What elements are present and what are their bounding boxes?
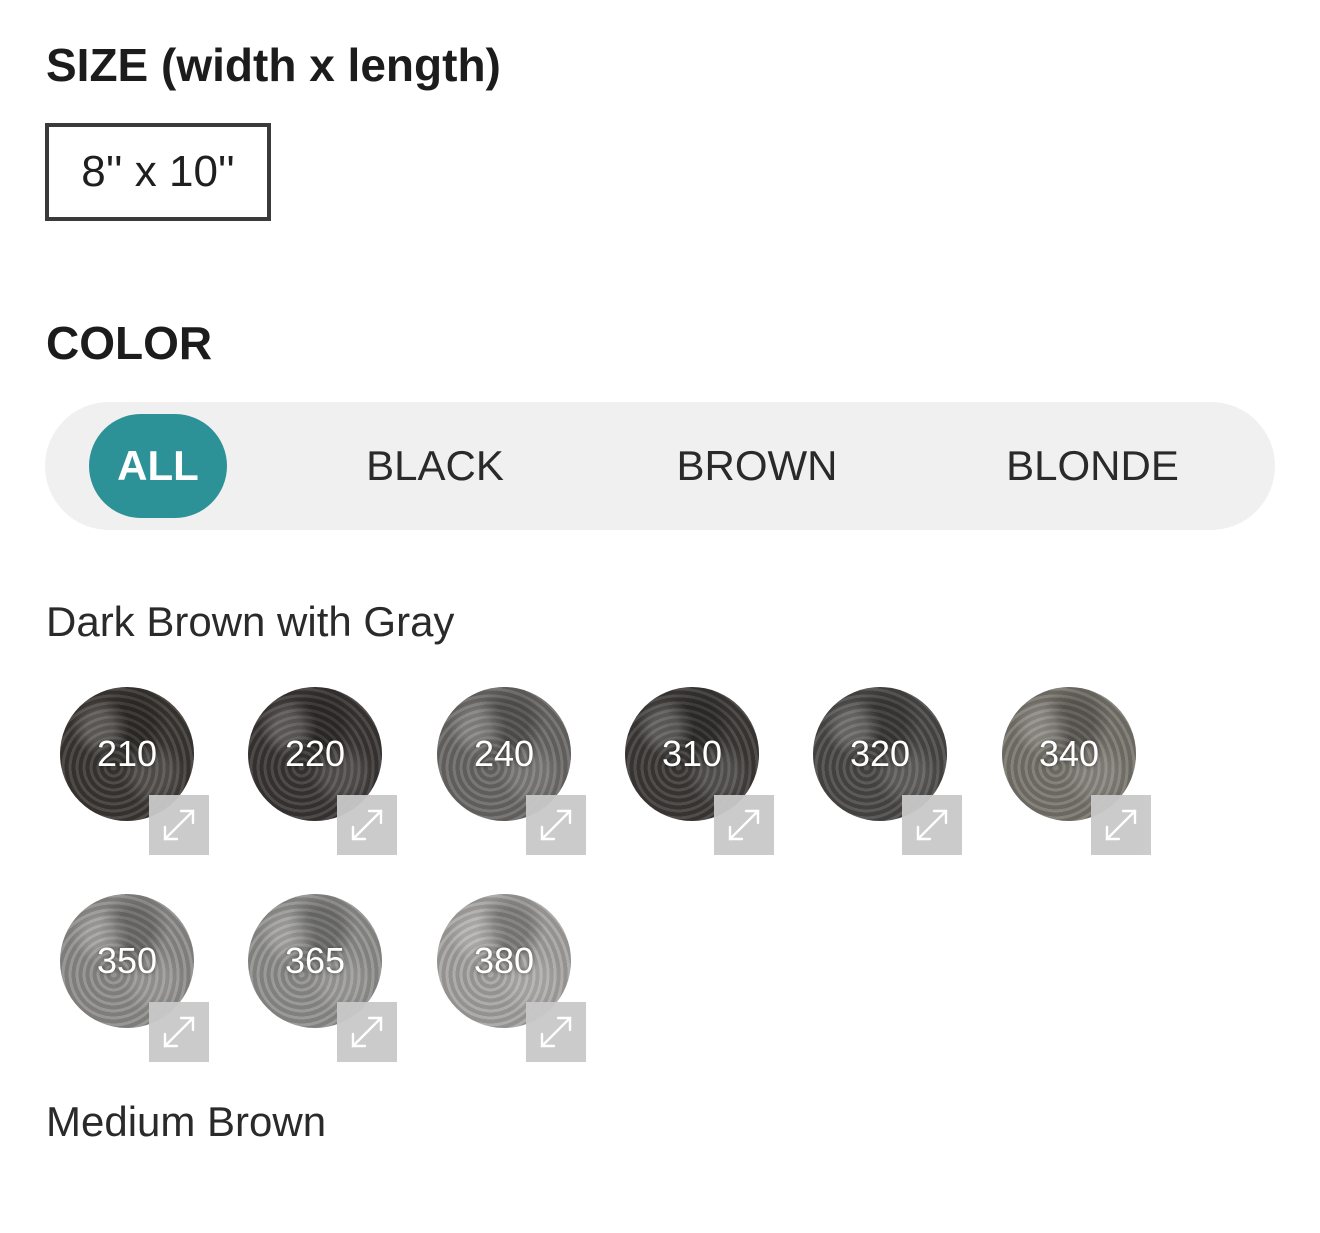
color-swatch[interactable]: 240 [437,687,587,863]
expand-icon[interactable] [902,795,962,855]
expand-icon[interactable] [337,795,397,855]
filter-tab-blonde[interactable]: BLONDE [990,414,1195,518]
expand-icon[interactable] [1091,795,1151,855]
filter-tab-brown[interactable]: BROWN [657,414,857,518]
filter-tab-black[interactable]: BLACK [345,414,525,518]
color-swatch[interactable]: 210 [60,687,210,863]
color-group-title: Medium Brown [46,1098,327,1145]
color-swatch[interactable]: 310 [625,687,775,863]
expand-icon[interactable] [149,1002,209,1062]
expand-icon[interactable] [149,795,209,855]
filter-tab-all[interactable]: ALL [89,414,227,518]
color-swatch[interactable]: 380 [437,894,587,1070]
size-option-button[interactable]: 8'' x 10'' [45,123,271,221]
expand-icon[interactable] [714,795,774,855]
expand-icon[interactable] [337,1002,397,1062]
color-group-title: Dark Brown with Gray [46,598,455,645]
color-swatch[interactable]: 340 [1002,687,1152,863]
expand-icon[interactable] [526,795,586,855]
color-swatch[interactable]: 320 [813,687,963,863]
color-swatch[interactable]: 350 [60,894,210,1070]
color-title: COLOR [46,317,213,369]
color-swatch[interactable]: 365 [248,894,398,1070]
color-swatch[interactable]: 220 [248,687,398,863]
size-title: SIZE (width x length) [46,39,501,91]
expand-icon[interactable] [526,1002,586,1062]
color-filter-bar: ALL BLACK BROWN BLONDE [45,402,1275,530]
